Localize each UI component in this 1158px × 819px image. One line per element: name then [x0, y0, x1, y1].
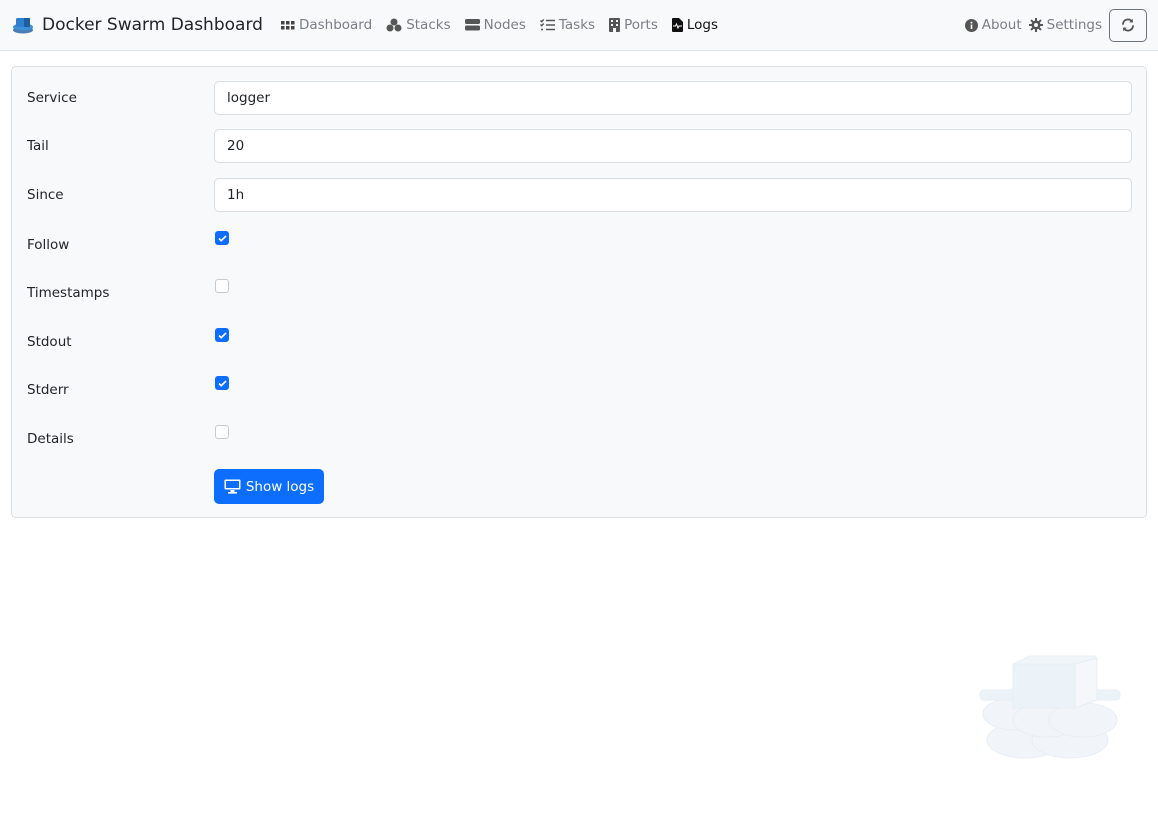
grid-icon — [280, 21, 295, 30]
details-row: Details — [12, 425, 1146, 449]
stdout-row: Stdout — [12, 328, 1146, 352]
timestamps-label: Timestamps — [27, 285, 110, 301]
navbar: Docker Swarm Dashboard Dashboard Stacks … — [0, 0, 1158, 51]
check-icon — [217, 234, 227, 242]
building-icon — [609, 18, 621, 32]
desktop-icon — [224, 479, 241, 494]
details-label: Details — [27, 431, 74, 447]
refresh-button[interactable] — [1109, 8, 1147, 42]
logs-form-card: Service Tail Since Follow Timestamps Std… — [11, 66, 1147, 518]
follow-label: Follow — [27, 237, 70, 253]
nav-dashboard-label: Dashboard — [298, 17, 373, 33]
since-label: Since — [27, 187, 64, 203]
file-waveform-icon — [671, 18, 683, 32]
since-input[interactable] — [214, 178, 1132, 212]
docker-whales-watermark-icon — [979, 655, 1121, 759]
service-row: Service — [12, 81, 1146, 115]
check-icon — [217, 331, 227, 339]
nav-nodes-label: Nodes — [483, 17, 526, 33]
stdout-label: Stdout — [27, 334, 72, 350]
nav-settings-label: Settings — [1046, 17, 1102, 33]
info-circle-icon — [964, 18, 978, 32]
right-nav: About Settings — [964, 8, 1147, 42]
timestamps-row: Timestamps — [12, 279, 1146, 303]
nav-logs[interactable]: Logs — [671, 17, 719, 33]
tail-label: Tail — [27, 138, 49, 154]
nav-logs-label: Logs — [686, 17, 719, 33]
nav-ports-label: Ports — [624, 17, 658, 33]
nav-stacks[interactable]: Stacks — [386, 17, 451, 33]
stderr-label: Stderr — [27, 382, 69, 398]
gear-icon — [1028, 18, 1043, 32]
follow-row: Follow — [12, 231, 1146, 255]
nav-dashboard[interactable]: Dashboard — [280, 17, 373, 33]
nav-tasks-label: Tasks — [558, 17, 596, 33]
show-logs-label: Show logs — [245, 478, 315, 495]
nav-about[interactable]: About — [964, 17, 1022, 33]
follow-checkbox[interactable] — [215, 231, 229, 245]
timestamps-checkbox[interactable] — [215, 279, 229, 293]
docker-swarm-logo-icon — [13, 18, 33, 34]
stderr-checkbox[interactable] — [215, 376, 229, 390]
server-icon — [464, 19, 480, 31]
refresh-icon — [1122, 18, 1134, 32]
check-icon — [217, 379, 227, 387]
tail-input[interactable] — [214, 129, 1132, 163]
nav-nodes[interactable]: Nodes — [464, 17, 526, 33]
brand-title: Docker Swarm Dashboard — [42, 15, 263, 35]
brand[interactable]: Docker Swarm Dashboard — [12, 15, 263, 35]
nav-tasks[interactable]: Tasks — [539, 17, 596, 33]
main-nav: Dashboard Stacks Nodes Tasks Ports Logs — [280, 17, 732, 33]
show-logs-button[interactable]: Show logs — [214, 469, 324, 504]
nav-about-label: About — [981, 17, 1022, 33]
stdout-checkbox[interactable] — [215, 328, 229, 342]
nav-stacks-label: Stacks — [406, 17, 451, 33]
tasks-icon — [539, 19, 555, 31]
stderr-row: Stderr — [12, 376, 1146, 400]
details-checkbox[interactable] — [215, 425, 229, 439]
since-row: Since — [12, 178, 1146, 212]
tail-row: Tail — [12, 129, 1146, 163]
nav-settings[interactable]: Settings — [1028, 17, 1102, 33]
nav-ports[interactable]: Ports — [609, 17, 658, 33]
service-label: Service — [27, 90, 77, 106]
service-input[interactable] — [214, 81, 1132, 115]
cubes-icon — [386, 18, 402, 32]
